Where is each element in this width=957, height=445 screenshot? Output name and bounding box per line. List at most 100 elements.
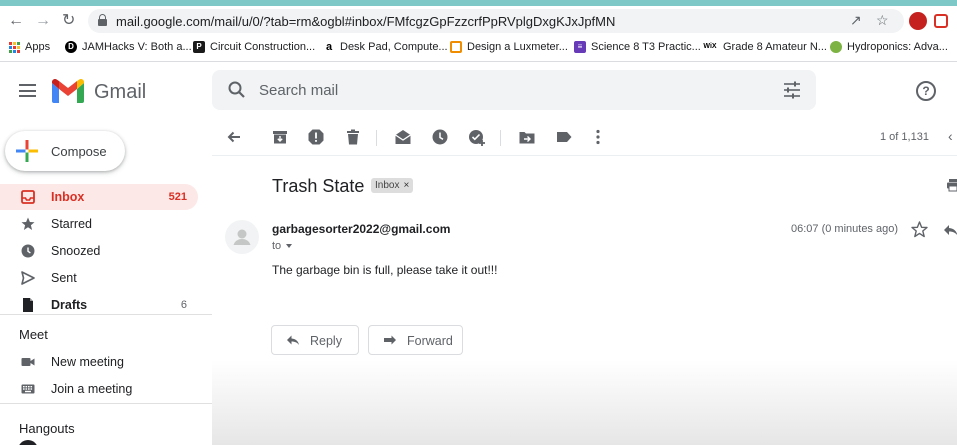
sender-email[interactable]: garbagesorter2022@gmail.com <box>272 222 450 236</box>
bookmark-label: Design a Luxmeter... <box>467 41 568 53</box>
compose-label: Compose <box>51 144 107 159</box>
sidebar-divider <box>0 314 212 315</box>
bookmark-amateur[interactable]: WiX Grade 8 Amateur N... <box>702 41 827 53</box>
message-timestamp: 06:07 (0 minutes ago) <box>791 223 899 235</box>
amazon-icon: a <box>323 41 335 53</box>
sidebar-item-sent[interactable]: Sent <box>0 265 198 291</box>
phet-icon: P <box>193 41 205 53</box>
inbox-label-chip[interactable]: Inbox × <box>371 178 414 193</box>
sidebar-divider <box>0 403 212 404</box>
share-icon[interactable]: ↗ <box>850 12 862 29</box>
meet-section-title: Meet <box>19 327 48 342</box>
compose-plus-icon <box>16 140 38 162</box>
bookmark-label: Circuit Construction... <box>210 41 316 53</box>
recipients-toggle[interactable]: to <box>272 240 293 252</box>
label-icon[interactable] <box>555 128 573 146</box>
bookmark-apps[interactable]: Apps <box>9 41 50 53</box>
sidebar-item-label: Starred <box>51 217 92 231</box>
help-icon[interactable]: ? <box>916 81 936 101</box>
message-body: The garbage bin is full, please take it … <box>272 263 498 277</box>
search-icon[interactable] <box>227 80 247 100</box>
toolbar-divider <box>500 130 501 146</box>
inbox-icon <box>21 190 35 204</box>
bookmark-deskpad[interactable]: a Desk Pad, Compute... <box>323 41 448 53</box>
report-spam-icon[interactable] <box>307 128 325 146</box>
hydroponics-icon <box>830 41 842 53</box>
reply-label: Reply <box>310 334 342 348</box>
avatar[interactable] <box>225 220 259 254</box>
sidebar-item-label: Inbox <box>51 190 85 204</box>
keyboard-icon <box>21 384 35 394</box>
bookmark-circuit[interactable]: P Circuit Construction... <box>193 41 315 53</box>
bookmark-science[interactable]: ≡ Science 8 T3 Practic... <box>574 41 701 53</box>
lock-icon <box>98 14 107 26</box>
bookmark-label: Hydroponics: Adva... <box>847 41 948 53</box>
message-subject: Trash State <box>272 176 365 196</box>
star-message-icon[interactable] <box>911 221 928 238</box>
clock-icon <box>21 244 35 258</box>
recipients-label: to <box>272 240 282 252</box>
caret-down-icon <box>286 244 293 248</box>
move-to-icon[interactable] <box>518 128 536 146</box>
bookmark-hydroponics[interactable]: Hydroponics: Adva... <box>830 41 948 53</box>
forward-button[interactable]: Forward <box>368 325 463 355</box>
print-icon[interactable] <box>946 178 957 192</box>
content-bottom-fade <box>212 360 957 445</box>
snooze-icon[interactable] <box>431 128 449 146</box>
sidebar-item-new-meeting[interactable]: New meeting <box>0 349 198 375</box>
forms-icon: ≡ <box>574 41 586 53</box>
remove-label-icon[interactable]: × <box>403 178 409 193</box>
reply-button[interactable]: Reply <box>271 325 359 355</box>
main-menu-icon[interactable] <box>19 84 36 97</box>
gmail-header: Gmail Search mail ? <box>0 62 957 120</box>
bookmarks-bar: Apps D JAMHacks V: Both a... P Circuit C… <box>0 36 957 62</box>
bookmark-label: Apps <box>25 41 51 53</box>
instructables-icon <box>450 41 462 53</box>
back-arrow-icon[interactable]: ← <box>8 12 24 30</box>
compose-button[interactable]: Compose <box>5 131 125 171</box>
forward-arrow-icon[interactable]: → <box>35 12 51 30</box>
delete-icon[interactable] <box>344 128 362 146</box>
reply-arrow-icon <box>287 335 299 345</box>
hangouts-section-title: Hangouts <box>19 421 75 436</box>
mark-unread-icon[interactable] <box>394 128 412 146</box>
extension-icon[interactable] <box>909 12 927 30</box>
bookmark-label: Grade 8 Amateur N... <box>723 41 827 53</box>
forward-arrow-icon <box>384 335 396 345</box>
sidebar-item-label: Drafts <box>51 298 88 312</box>
url-text[interactable]: mail.google.com/mail/u/0/?tab=rm&ogbl#in… <box>116 14 615 29</box>
search-input[interactable]: Search mail <box>259 82 338 99</box>
gmail-logo-icon[interactable] <box>52 79 84 103</box>
search-options-icon[interactable] <box>783 81 801 99</box>
more-options-icon[interactable] <box>589 128 607 146</box>
wix-icon: WiX <box>702 41 718 53</box>
draft-count: 6 <box>180 299 187 311</box>
sidebar-item-snoozed[interactable]: Snoozed <box>0 238 198 264</box>
video-icon <box>21 358 35 366</box>
back-to-inbox-icon[interactable] <box>225 128 243 146</box>
message-toolbar: 1 of 1,131 ‹ <box>212 120 957 156</box>
hangouts-avatar[interactable] <box>18 440 38 445</box>
address-bar[interactable]: mail.google.com/mail/u/0/?tab=rm&ogbl#in… <box>88 9 904 33</box>
bookmark-jamhacks[interactable]: D JAMHacks V: Both a... <box>65 41 192 53</box>
sidebar-item-join-meeting[interactable]: Join a meeting <box>0 376 198 402</box>
bookmark-star-icon[interactable]: ☆ <box>876 12 889 29</box>
default-avatar-icon <box>233 229 251 245</box>
reload-icon[interactable]: ↻ <box>62 12 75 30</box>
reply-icon[interactable] <box>943 222 957 238</box>
search-bar[interactable]: Search mail <box>212 70 816 110</box>
extension-shield-icon[interactable] <box>934 14 948 28</box>
add-to-tasks-icon[interactable] <box>468 128 486 146</box>
gmail-logo-text: Gmail <box>94 81 147 103</box>
sidebar-item-label: Sent <box>51 271 77 285</box>
sidebar-item-inbox[interactable]: Inbox 521 <box>0 184 198 210</box>
draft-icon <box>23 298 33 312</box>
bookmark-luxmeter[interactable]: Design a Luxmeter... <box>450 41 568 53</box>
forward-label: Forward <box>407 334 453 348</box>
sidebar-item-label: Join a meeting <box>51 382 133 396</box>
apps-grid-icon <box>9 41 20 53</box>
label-chip-text: Inbox <box>375 180 400 191</box>
sidebar-item-starred[interactable]: Starred <box>0 211 198 237</box>
chevron-left-icon[interactable]: ‹ <box>948 128 953 144</box>
archive-icon[interactable] <box>271 128 289 146</box>
